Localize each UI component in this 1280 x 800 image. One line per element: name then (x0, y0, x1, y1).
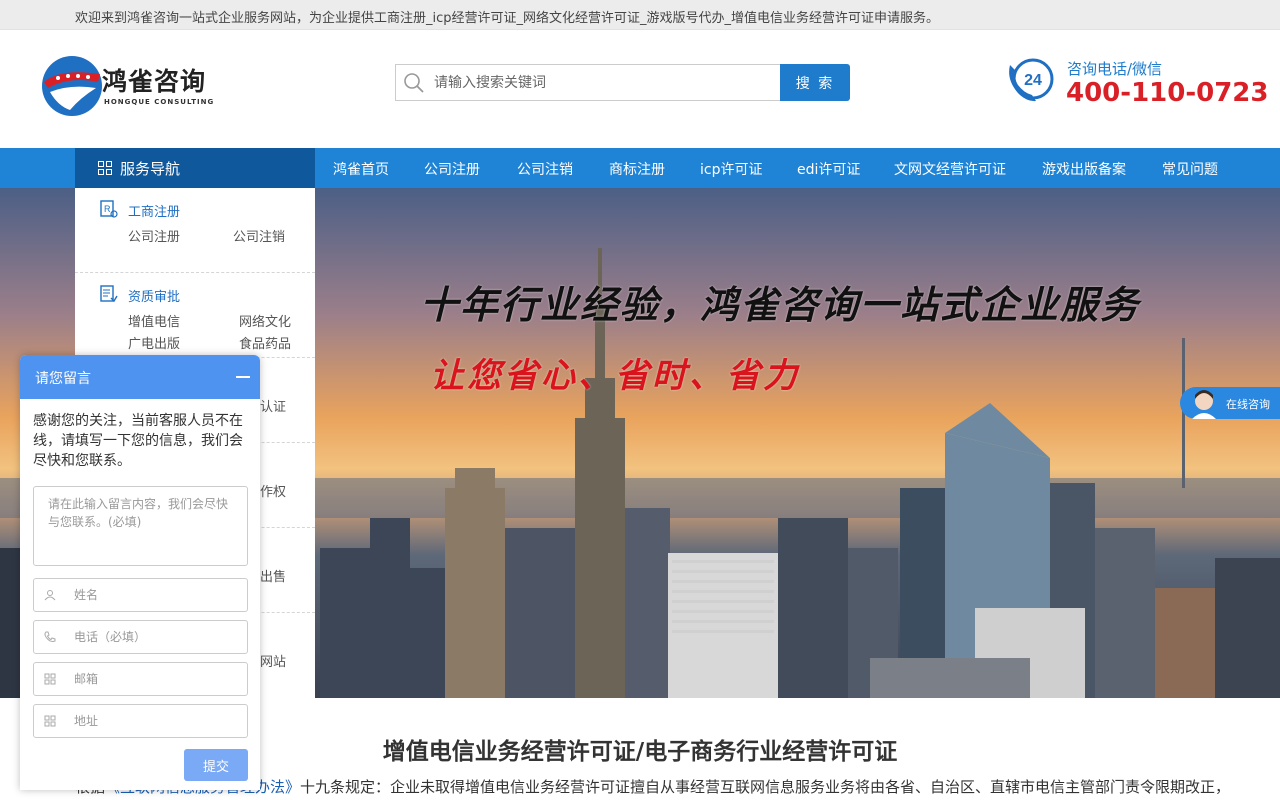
leave-message-panel: 请您留言 感谢您的关注，当前客服人员不在线，请填写一下您的信息，我们会尽快和您联… (20, 355, 260, 790)
service-link[interactable]: 广电出版 (128, 333, 180, 352)
registration-icon: R (100, 200, 118, 218)
service-group-title[interactable]: 工商注册 (128, 201, 180, 220)
submit-button[interactable]: 提交 (184, 749, 248, 781)
hotline-badge: 24 (1024, 72, 1042, 89)
site-header: 鸿雀咨询 HONGQUE CONSULTING 搜 索 24 咨询电话/微信 4… (0, 30, 1280, 148)
phone-icon (44, 631, 56, 642)
mail-icon (44, 673, 56, 685)
search-input[interactable] (434, 66, 774, 99)
nav-item-faq[interactable]: 常见问题 (1162, 159, 1218, 179)
search-box (395, 64, 783, 101)
phone-24h-icon: 24 (1009, 58, 1054, 102)
email-field (33, 662, 248, 696)
banner-headline: 十年行业经验，鸿雀咨询一站式企业服务 (420, 282, 1141, 327)
service-link[interactable]: 认证 (260, 396, 286, 415)
search-icon (404, 73, 424, 93)
service-link[interactable]: 公司注册 (128, 226, 180, 245)
hotline-number[interactable]: 400-110-0723 (1066, 78, 1269, 108)
nav-item-icp-license[interactable]: icp许可证 (700, 159, 762, 179)
message-textarea[interactable] (33, 486, 248, 566)
phone-input[interactable] (74, 623, 242, 651)
user-icon (44, 590, 56, 601)
service-link[interactable]: 网站 (260, 651, 286, 670)
logo-subtitle: HONGQUE CONSULTING (104, 98, 215, 106)
site-logo[interactable]: 鸿雀咨询 HONGQUE CONSULTING (40, 54, 230, 118)
service-link[interactable]: 作权 (260, 481, 286, 500)
online-consult-label: 在线咨询 (1226, 398, 1270, 411)
bird-logo-icon (42, 56, 102, 116)
main-nav: 服务导航 鸿雀首页 公司注册 公司注销 商标注册 icp许可证 edi许可证 文… (0, 148, 1280, 188)
address-field (33, 704, 248, 738)
minimize-icon[interactable] (236, 376, 250, 378)
leave-message-header[interactable]: 请您留言 (20, 355, 260, 399)
name-input[interactable] (74, 581, 242, 609)
address-input[interactable] (74, 707, 242, 735)
nav-item-home[interactable]: 鸿雀首页 (333, 159, 389, 179)
service-link[interactable]: 公司注销 (233, 226, 285, 245)
grid-icon (98, 161, 112, 175)
nav-item-game-publishing[interactable]: 游戏出版备案 (1042, 159, 1126, 179)
service-group-qualification: 资质审批 增值电信 网络文化 广电出版 食品药品 (75, 273, 315, 358)
nav-item-edi-license[interactable]: edi许可证 (797, 159, 860, 179)
leave-message-title: 请您留言 (35, 371, 91, 387)
leave-message-intro: 感谢您的关注，当前客服人员不在线，请填写一下您的信息，我们会尽快和您联系。 (33, 413, 243, 469)
top-welcome-bar: 欢迎来到鸿雀咨询一站式企业服务网站，为企业提供工商注册_icp经营许可证_网络文… (0, 0, 1280, 30)
agent-avatar-icon (1192, 390, 1216, 419)
service-group-title[interactable]: 资质审批 (128, 286, 180, 305)
phone-field (33, 620, 248, 654)
online-consult-button[interactable]: 在线咨询 (1180, 387, 1280, 419)
document-icon (100, 285, 118, 303)
content-body: 十九条规定：企业未取得增值电信业务经营许可证擅自从事经营互联网信息服务业务将由各… (300, 778, 1225, 796)
service-nav-label: 服务导航 (120, 160, 181, 178)
service-nav-header[interactable]: 服务导航 (75, 148, 315, 188)
service-link[interactable]: 网络文化 (239, 311, 291, 330)
search-button[interactable]: 搜 索 (780, 64, 850, 101)
address-icon (44, 715, 56, 727)
service-link[interactable]: 增值电信 (128, 311, 180, 330)
nav-item-company-cancellation[interactable]: 公司注销 (517, 159, 573, 179)
logo-title: 鸿雀咨询 (102, 67, 207, 96)
svg-text:R: R (104, 204, 111, 214)
hotline-label: 咨询电话/微信 (1067, 60, 1163, 78)
service-link[interactable]: 食品药品 (239, 333, 291, 352)
service-link[interactable]: 出售 (260, 566, 286, 585)
email-input[interactable] (74, 665, 242, 693)
service-group-business-registration: R 工商注册 公司注册 公司注销 (75, 188, 315, 273)
nav-item-company-registration[interactable]: 公司注册 (424, 159, 480, 179)
nav-item-culture-license[interactable]: 文网文经营许可证 (894, 159, 1006, 179)
welcome-text: 欢迎来到鸿雀咨询一站式企业服务网站，为企业提供工商注册_icp经营许可证_网络文… (75, 11, 940, 26)
name-field (33, 578, 248, 612)
banner-tagline: 让您省心、省时、省力 (430, 356, 800, 396)
nav-item-trademark[interactable]: 商标注册 (609, 159, 665, 179)
